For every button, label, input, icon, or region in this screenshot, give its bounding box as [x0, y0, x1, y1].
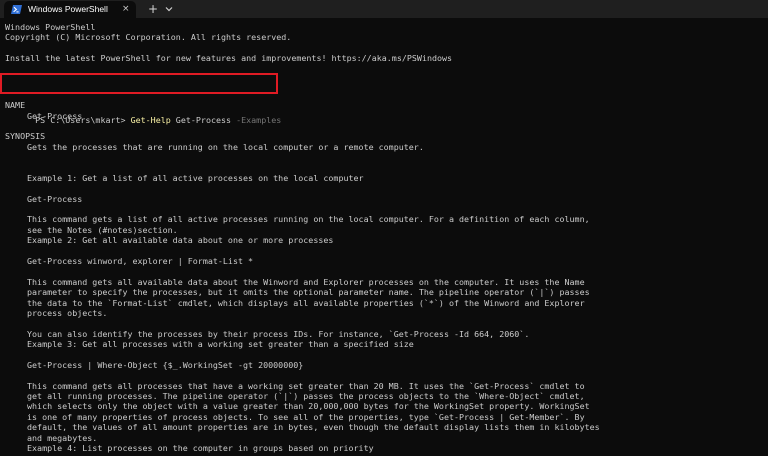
example-3-description: This command gets all processes that hav…: [27, 380, 585, 391]
example-3-description: is one of many properties of process obj…: [27, 411, 585, 422]
terminal-window: Windows PowerShell × + Windows PowerShel…: [0, 0, 768, 456]
example-3-description: which selects only the object with a val…: [27, 401, 590, 412]
highlight-box: [0, 73, 278, 95]
example-1-title: Example 1: Get a list of all active proc…: [27, 172, 364, 183]
example-2-description: parameter to specify the processes, but …: [27, 287, 590, 298]
example-2-description: process objects.: [27, 307, 108, 318]
tab-windows-powershell[interactable]: Windows PowerShell ×: [4, 1, 136, 18]
section-header-name: NAME: [5, 100, 26, 111]
example-1-description: This command gets a list of all active p…: [27, 214, 590, 225]
prompt-path: PS C:\Users\mkart>: [35, 115, 131, 126]
command-name: Get-Help: [130, 115, 171, 126]
command-parameter: -Examples: [236, 115, 282, 126]
terminal-output[interactable]: Windows PowerShell Copyright (C) Microso…: [0, 22, 765, 454]
example-2-note: You can also identify the processes by t…: [27, 328, 530, 339]
tab-title: Windows PowerShell: [28, 4, 108, 14]
powershell-icon: [11, 5, 22, 14]
chevron-down-icon[interactable]: [163, 2, 175, 16]
example-2-code: Get-Process winword, explorer | Format-L…: [27, 256, 254, 267]
command-argument: Get-Process: [170, 115, 237, 126]
example-3-description: get all running processes. The pipeline …: [27, 391, 585, 402]
example-1-description: see the Notes (#notes)section.: [27, 224, 178, 235]
example-3-title: Example 3: Get all processes with a work…: [27, 339, 414, 350]
banner-line: Copyright (C) Microsoft Corporation. All…: [5, 32, 292, 43]
synopsis-text: Gets the processes that are running on t…: [27, 141, 424, 152]
close-tab-button[interactable]: ×: [122, 3, 130, 15]
prompt-line: PS C:\Users\mkart> Get-Help Get-Process …: [0, 73, 765, 125]
new-tab-button[interactable]: +: [146, 1, 160, 17]
example-2-title: Example 2: Get all available data about …: [27, 235, 334, 246]
banner-line: Windows PowerShell: [5, 22, 96, 32]
example-2-description: This command gets all available data abo…: [27, 276, 585, 287]
example-3-description: default, the values of all amount proper…: [27, 422, 600, 433]
example-3-description: and megabytes.: [27, 432, 98, 443]
tab-bar: Windows PowerShell × +: [0, 0, 768, 18]
example-3-code: Get-Process | Where-Object {$_.WorkingSe…: [27, 359, 304, 370]
example-4-title: Example 4: List processes on the compute…: [27, 443, 374, 454]
example-2-description: the data to the `Format-List` cmdlet, wh…: [27, 297, 585, 308]
banner-line: Install the latest PowerShell for new fe…: [5, 53, 453, 64]
example-1-code: Get-Process: [27, 193, 83, 204]
section-header-synopsis: SYNOPSIS: [5, 131, 46, 142]
